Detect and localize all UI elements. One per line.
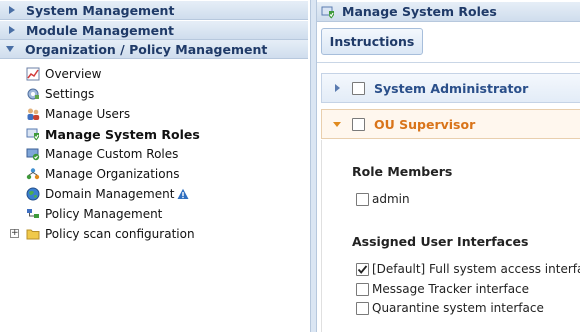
role-details: Role Members admin Assigned User Interfa… — [321, 140, 580, 332]
expand-arrow-icon[interactable] — [335, 84, 340, 92]
monitor-check-icon — [26, 147, 40, 161]
tree-item-policy-management[interactable]: Policy Management — [26, 205, 162, 223]
tree-item-label: Policy scan configuration — [45, 227, 195, 241]
tree-item-label: Manage Users — [45, 107, 131, 121]
tree-item-label: Domain Management — [45, 187, 175, 201]
expand-arrow-icon — [9, 26, 15, 34]
checkmark-icon — [357, 264, 368, 274]
warning-icon — [177, 188, 189, 200]
role-name: System Administrator — [374, 80, 529, 96]
interface-checkbox-checked[interactable] — [356, 262, 369, 276]
tree-item-manage-system-roles[interactable]: Manage System Roles — [26, 125, 200, 143]
shield-check-icon — [321, 5, 335, 19]
tree-item-label: Settings — [45, 87, 95, 101]
tree-item-manage-custom-roles[interactable]: Manage Custom Roles — [26, 145, 178, 163]
role-checkbox[interactable] — [352, 117, 365, 131]
accordion-label: Module Management — [26, 22, 174, 38]
policy-icon — [26, 207, 40, 221]
content-header: Manage System Roles — [317, 2, 580, 22]
tree-item-domain-management[interactable]: Domain Management — [26, 185, 189, 203]
tree-item-policy-scan-configuration[interactable]: Policy scan configuration — [26, 225, 195, 243]
navigation-pane: System Management Module Management Orga… — [0, 0, 310, 332]
collapse-arrow-icon — [6, 46, 14, 52]
collapse-arrow-icon[interactable] — [333, 121, 341, 127]
page-title: Manage System Roles — [342, 4, 497, 19]
interface-checkbox[interactable] — [356, 282, 369, 296]
accordion-organization-policy-management[interactable]: Organization / Policy Management — [0, 40, 308, 59]
role-name: OU Supervisor — [374, 116, 476, 132]
tree-item-manage-users[interactable]: Manage Users — [26, 105, 130, 123]
accordion-system-management[interactable]: System Management — [0, 1, 308, 20]
tree-item-label: Overview — [45, 67, 102, 81]
overview-chart-icon — [26, 67, 40, 81]
interface-checkbox-row[interactable]: [Default] Full system access interface — [356, 262, 580, 276]
divider — [317, 62, 580, 63]
expand-arrow-icon — [9, 6, 15, 14]
role-checkbox[interactable] — [352, 81, 365, 95]
tree-item-settings[interactable]: Settings — [26, 85, 94, 103]
accordion-label: System Management — [26, 2, 175, 18]
interface-label: Quarantine system interface — [372, 301, 544, 315]
shield-check-icon — [26, 127, 40, 141]
tree-item-overview[interactable]: Overview — [26, 65, 102, 83]
tree-item-label: Policy Management — [45, 207, 163, 221]
tree-item-manage-organizations[interactable]: Manage Organizations — [26, 165, 179, 183]
interface-label: [Default] Full system access interface — [372, 262, 580, 276]
globe-icon — [26, 187, 40, 201]
folder-icon — [26, 227, 40, 241]
role-panel-system-administrator[interactable]: System Administrator — [321, 73, 580, 103]
instructions-button[interactable]: Instructions — [321, 28, 423, 55]
role-panel-ou-supervisor[interactable]: OU Supervisor — [321, 109, 580, 139]
interface-checkbox-row[interactable]: Message Tracker interface — [356, 282, 529, 296]
content-pane: Manage System Roles Instructions System … — [317, 0, 580, 332]
member-checkbox[interactable] — [356, 192, 369, 206]
pane-splitter[interactable] — [310, 0, 317, 332]
settings-icon — [26, 87, 40, 101]
tree-expand-toggle[interactable]: + — [10, 229, 19, 238]
users-icon — [26, 107, 40, 121]
tree-item-label: Manage Custom Roles — [45, 147, 179, 161]
member-label: admin — [372, 192, 410, 206]
assigned-interfaces-title: Assigned User Interfaces — [352, 234, 529, 249]
accordion-module-management[interactable]: Module Management — [0, 21, 308, 40]
interface-checkbox[interactable] — [356, 301, 369, 315]
accordion-label: Organization / Policy Management — [25, 41, 268, 57]
interface-label: Message Tracker interface — [372, 282, 530, 296]
member-checkbox-row[interactable]: admin — [356, 192, 410, 206]
organizations-icon — [26, 167, 40, 181]
role-members-title: Role Members — [352, 164, 453, 179]
tree-item-label: Manage System Roles — [45, 126, 200, 142]
interface-checkbox-row[interactable]: Quarantine system interface — [356, 301, 544, 315]
tree-item-label: Manage Organizations — [45, 167, 180, 181]
